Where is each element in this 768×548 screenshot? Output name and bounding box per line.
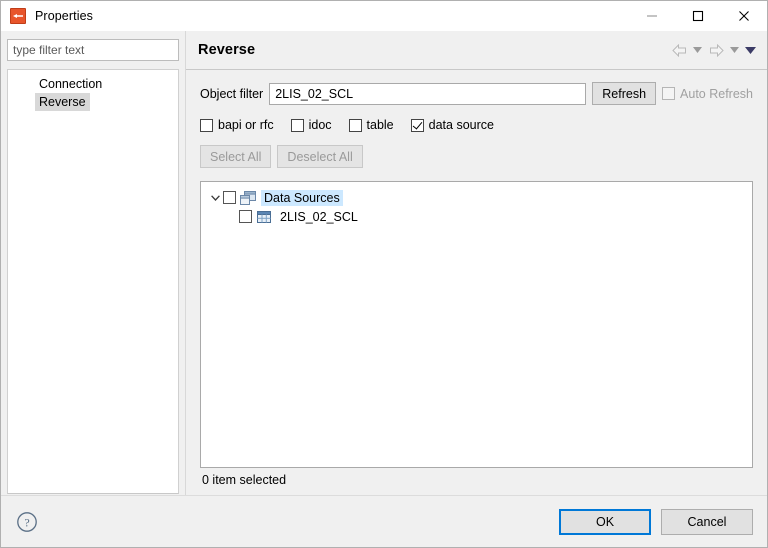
tree-label-2lis-02-scl[interactable]: 2LIS_02_SCL: [277, 209, 361, 225]
select-all-button[interactable]: Select All: [200, 145, 272, 168]
cancel-button[interactable]: Cancel: [661, 508, 753, 535]
auto-refresh-label: Auto Refresh: [680, 86, 753, 101]
data-source-folder-icon: [240, 190, 256, 205]
settings-pane: Reverse Object filter 2LIS_02_SCL Refres…: [186, 31, 767, 495]
checkbox-data-source-box[interactable]: [410, 118, 424, 132]
selection-button-row: Select All Deselect All: [200, 145, 753, 168]
checkbox-data-source-label: data source: [428, 118, 494, 132]
help-question-icon[interactable]: ?: [15, 510, 39, 534]
maximize-icon[interactable]: [675, 1, 721, 31]
page-nav-toolbar: [670, 40, 757, 60]
back-history-chevron-down-icon[interactable]: [691, 40, 704, 60]
type-filter-row: bapi or rfc idoc table data source: [200, 118, 753, 132]
tree-checkbox-2lis-02-scl[interactable]: [239, 210, 252, 223]
sap-reverse-icon: [10, 8, 26, 24]
chevron-down-icon[interactable]: [207, 194, 223, 201]
page-menu-chevron-down-icon[interactable]: [744, 40, 757, 60]
sidebar-row: Connection: [8, 75, 178, 93]
page-title: Reverse: [198, 42, 256, 58]
forward-arrow-icon[interactable]: [707, 40, 725, 60]
table-grid-icon: [256, 210, 272, 224]
back-arrow-icon[interactable]: [670, 40, 688, 60]
tree-row-data-sources[interactable]: Data Sources: [201, 188, 752, 207]
checkbox-bapi-or-rfc-box[interactable]: [200, 118, 213, 132]
checkbox-idoc[interactable]: idoc: [290, 118, 332, 132]
object-filter-input[interactable]: [269, 82, 587, 105]
object-filter-row: Object filter Refresh Auto Refresh: [200, 82, 753, 105]
tree-row-2lis-02-scl[interactable]: 2LIS_02_SCL: [201, 207, 752, 226]
checkbox-bapi-or-rfc-label: bapi or rfc: [218, 118, 274, 132]
checkbox-table-box[interactable]: [348, 118, 362, 132]
title-bar: Properties: [1, 1, 767, 31]
selection-status: 0 item selected: [202, 473, 287, 487]
auto-refresh-checkbox-box: [662, 87, 676, 100]
sidebar-item-reverse[interactable]: Reverse: [35, 93, 90, 111]
svg-text:?: ?: [24, 515, 29, 529]
sidebar: Connection Reverse: [1, 31, 186, 495]
auto-refresh-checkbox: Auto Refresh: [662, 87, 753, 101]
object-tree[interactable]: Data Sources 2LIS_02_SCL: [200, 181, 753, 468]
dialog-footer: ? OK Cancel: [1, 495, 767, 547]
dialog-body: Connection Reverse Reverse: [1, 31, 767, 495]
title-bar-left: Properties: [1, 8, 93, 24]
refresh-button[interactable]: Refresh: [592, 82, 657, 105]
footer-buttons: OK Cancel: [559, 508, 753, 535]
minimize-icon[interactable]: [629, 1, 675, 31]
filter-input[interactable]: [7, 39, 179, 61]
tree-label-data-sources[interactable]: Data Sources: [261, 189, 343, 206]
checkbox-idoc-label: idoc: [308, 118, 332, 132]
ok-button[interactable]: OK: [559, 508, 651, 535]
close-icon[interactable]: [721, 1, 767, 31]
window-title: Properties: [35, 9, 93, 23]
tree-checkbox-data-sources[interactable]: [223, 191, 236, 204]
reverse-form: Object filter Refresh Auto Refresh bapi …: [186, 70, 767, 495]
sidebar-tree: Connection Reverse: [7, 69, 179, 494]
checkbox-data-source[interactable]: data source: [410, 118, 494, 132]
forward-history-chevron-down-icon[interactable]: [728, 40, 741, 60]
checkbox-table-label: table: [366, 118, 394, 132]
object-filter-label: Object filter: [200, 86, 264, 101]
sidebar-item-connection[interactable]: Connection: [35, 75, 106, 93]
page-header: Reverse: [186, 31, 767, 70]
deselect-all-button[interactable]: Deselect All: [277, 145, 363, 168]
checkbox-table[interactable]: table: [348, 118, 394, 132]
checkbox-idoc-box[interactable]: [290, 118, 304, 132]
window-controls: [629, 1, 767, 31]
sidebar-row: Reverse: [8, 93, 178, 111]
properties-dialog: Properties Connection Reverse: [0, 0, 768, 548]
checkbox-bapi-or-rfc[interactable]: bapi or rfc: [200, 118, 274, 132]
